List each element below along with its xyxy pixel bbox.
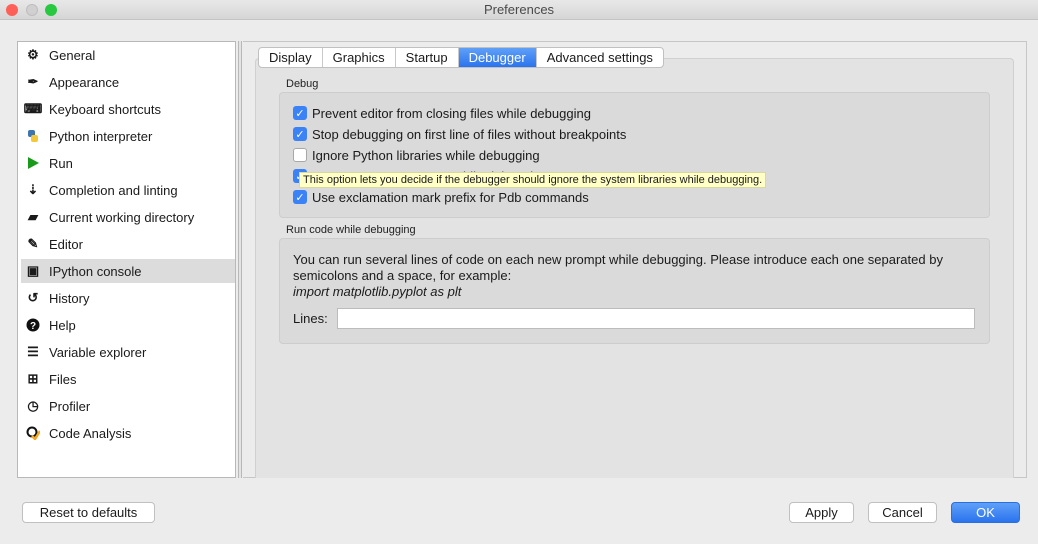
tab-bar: Display Graphics Startup Debugger Advanced s… (258, 47, 664, 68)
sidebar-item-label: IPython console (49, 263, 142, 279)
cancel-button[interactable]: Cancel (868, 502, 937, 523)
checkbox[interactable]: ✓ (293, 190, 307, 204)
python-icon (25, 128, 41, 144)
sidebar-item-label: Appearance (49, 74, 120, 90)
title-bar: Preferences (0, 0, 1038, 20)
sidebar-item-label: Current working directory (49, 209, 195, 225)
sidebar-item-current-working-directory[interactable]: ▰ Current working directory (21, 205, 235, 229)
option-label: Use exclamation mark prefix for Pdb comm… (312, 189, 589, 205)
debug-option[interactable]: ✓ Stop debugging on first line of files w… (293, 125, 626, 143)
sidebar-item-label: General (49, 47, 96, 63)
terminal-icon: ▣ (26, 263, 40, 278)
sidebar-item-keyboard-shortcuts[interactable]: ⌨ Keyboard shortcuts (21, 97, 235, 121)
run-code-group-title: Run code while debugging (286, 224, 416, 236)
sidebar-item-label: Completion and linting (49, 182, 178, 198)
option-label: Ignore Python libraries while debugging (312, 147, 540, 163)
tooltip: This option lets you decide if the debug… (299, 172, 767, 188)
maximize-button[interactable] (45, 4, 57, 16)
sidebar-item-help[interactable]: ? Help (21, 313, 235, 337)
eyedropper-icon: ✒ (27, 74, 39, 89)
apply-button[interactable]: Apply (789, 502, 854, 523)
preferences-sidebar: ⚙ General ✒ Appearance ⌨ Keyboard shortcuts Py… (17, 41, 236, 478)
sidebar-item-general[interactable]: ⚙ General (21, 43, 235, 67)
sidebar-item-label: Files (49, 371, 77, 387)
history-icon: ↺ (27, 290, 39, 305)
tab-debugger[interactable]: Debugger (458, 48, 537, 67)
tab-graphics[interactable]: Graphics (323, 48, 396, 67)
minimize-button[interactable] (26, 4, 38, 16)
sidebar-item-label: Help (49, 317, 76, 333)
checkbox[interactable]: ✓ (293, 106, 307, 120)
sidebar-item-files[interactable]: ⊞ Files (21, 367, 235, 391)
option-label: Stop debugging on first line of files wi… (312, 126, 627, 142)
sidebar-item-editor[interactable]: ✎ Editor (21, 232, 235, 256)
edit-icon: ✎ (27, 236, 39, 251)
tab-display[interactable]: Display (259, 48, 323, 67)
splitter-handle[interactable] (238, 41, 242, 478)
debug-group-title: Debug (286, 78, 319, 90)
reset-to-defaults-button[interactable]: Reset to defaults (22, 502, 155, 523)
ok-button[interactable]: OK (951, 502, 1020, 523)
table-list-icon: ☰ (27, 344, 39, 359)
sidebar-item-label: Editor (49, 236, 83, 252)
tab-advanced-settings[interactable]: Advanced settings (537, 48, 663, 67)
sidebar-item-run[interactable]: Run (21, 151, 235, 175)
sidebar-item-label: Run (49, 155, 73, 171)
svg-text:?: ? (30, 321, 36, 332)
sidebar-item-label: Variable explorer (49, 344, 147, 360)
run-code-description: You can run several lines of code on eac… (293, 252, 983, 300)
sidebar-item-variable-explorer[interactable]: ☰ Variable explorer (21, 340, 235, 364)
debug-option[interactable]: Ignore Python libraries while debugging (293, 146, 540, 164)
lines-input[interactable] (337, 308, 975, 329)
sidebar-item-python-interpreter[interactable]: Python interpreter (21, 124, 235, 148)
window-title: Preferences (483, 2, 555, 17)
file-tree-icon: ⊞ (27, 371, 39, 386)
sidebar-item-code-analysis[interactable]: Code Analysis (21, 421, 235, 445)
gears-icon: ⚙ (27, 47, 39, 62)
completion-icon: ⇣ (27, 182, 39, 197)
debug-option[interactable]: ✓ Use exclamation mark prefix for Pdb com… (293, 188, 589, 206)
sidebar-item-label: Profiler (49, 398, 91, 414)
close-button[interactable] (6, 4, 18, 16)
option-label: Prevent editor from closing files while … (312, 105, 591, 121)
code-analysis-icon (25, 425, 41, 441)
sidebar-item-label: Keyboard shortcuts (49, 101, 162, 117)
folder-open-icon: ▰ (28, 209, 38, 224)
sidebar-item-completion-and-linting[interactable]: ⇣ Completion and linting (21, 178, 235, 202)
sidebar-item-label: Code Analysis (49, 425, 132, 441)
tab-startup[interactable]: Startup (396, 48, 459, 67)
sidebar-item-profiler[interactable]: ◷ Profiler (21, 394, 235, 418)
sidebar-item-history[interactable]: ↺ History (21, 286, 235, 310)
keyboard-icon: ⌨ (23, 101, 43, 116)
sidebar-item-label: History (49, 290, 90, 306)
lines-label: Lines: (293, 311, 328, 326)
play-icon (25, 155, 41, 171)
example-code: import matplotlib.pyplot as plt (293, 284, 462, 299)
sidebar-item-label: Python interpreter (49, 128, 153, 144)
sidebar-item-ipython-console[interactable]: ▣ IPython console (21, 259, 235, 283)
checkbox[interactable] (293, 148, 307, 162)
checkbox[interactable]: ✓ (293, 127, 307, 141)
sidebar-item-appearance[interactable]: ✒ Appearance (21, 70, 235, 94)
description-text: You can run several lines of code on eac… (293, 252, 943, 283)
clock-icon: ◷ (27, 398, 39, 413)
debug-option[interactable]: ✓ Prevent editor from closing files while… (293, 104, 591, 122)
question-circle-icon: ? (25, 317, 41, 333)
